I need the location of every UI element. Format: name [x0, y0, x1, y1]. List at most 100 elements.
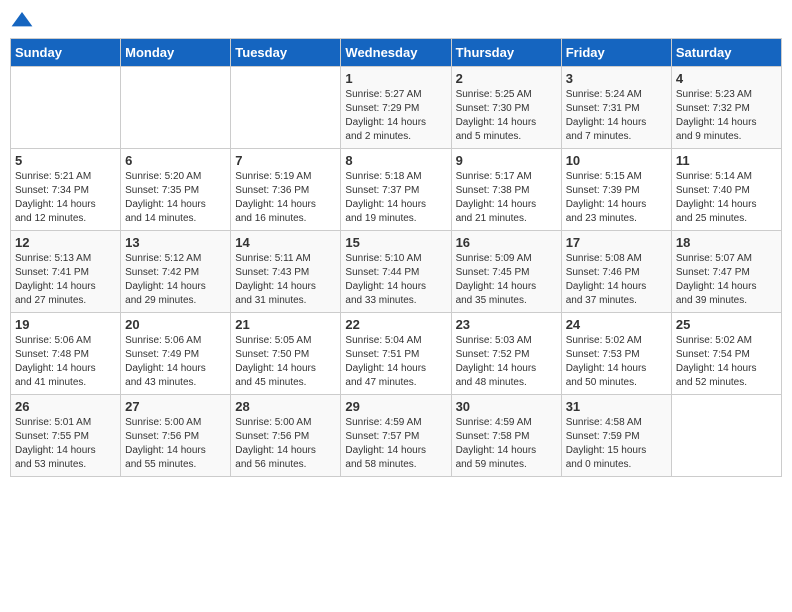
- day-number: 2: [456, 71, 557, 86]
- day-number: 12: [15, 235, 116, 250]
- day-number: 8: [345, 153, 446, 168]
- day-number: 14: [235, 235, 336, 250]
- day-number: 25: [676, 317, 777, 332]
- day-info: Sunrise: 5:21 AM Sunset: 7:34 PM Dayligh…: [15, 170, 116, 226]
- day-info: Sunrise: 5:15 AM Sunset: 7:39 PM Dayligh…: [566, 170, 667, 226]
- day-info: Sunrise: 4:59 AM Sunset: 7:57 PM Dayligh…: [345, 416, 446, 472]
- calendar-cell: [11, 67, 121, 149]
- calendar-cell: 18 Sunrise: 5:07 AM Sunset: 7:47 PM Dayli…: [671, 231, 781, 313]
- day-info: Sunrise: 5:02 AM Sunset: 7:53 PM Dayligh…: [566, 334, 667, 390]
- day-info: Sunrise: 5:13 AM Sunset: 7:41 PM Dayligh…: [15, 252, 116, 308]
- day-number: 6: [125, 153, 226, 168]
- calendar-cell: 1 Sunrise: 5:27 AM Sunset: 7:29 PM Daylig…: [341, 67, 451, 149]
- calendar-cell: 9 Sunrise: 5:17 AM Sunset: 7:38 PM Daylig…: [451, 149, 561, 231]
- day-number: 19: [15, 317, 116, 332]
- day-info: Sunrise: 5:18 AM Sunset: 7:37 PM Dayligh…: [345, 170, 446, 226]
- calendar-cell: 21 Sunrise: 5:05 AM Sunset: 7:50 PM Dayli…: [231, 313, 341, 395]
- day-number: 13: [125, 235, 226, 250]
- calendar-cell: 7 Sunrise: 5:19 AM Sunset: 7:36 PM Daylig…: [231, 149, 341, 231]
- day-number: 16: [456, 235, 557, 250]
- calendar-cell: 30 Sunrise: 4:59 AM Sunset: 7:58 PM Dayli…: [451, 395, 561, 477]
- day-number: 20: [125, 317, 226, 332]
- calendar-cell: 10Sunrise: 5:15 AM Sunset: 7:39 PM Dayli…: [561, 149, 671, 231]
- weekday-header-friday: Friday: [561, 39, 671, 67]
- day-info: Sunrise: 5:20 AM Sunset: 7:35 PM Dayligh…: [125, 170, 226, 226]
- calendar-cell: 28 Sunrise: 5:00 AM Sunset: 7:56 PM Dayli…: [231, 395, 341, 477]
- day-info: Sunrise: 5:17 AM Sunset: 7:38 PM Dayligh…: [456, 170, 557, 226]
- day-number: 21: [235, 317, 336, 332]
- day-number: 27: [125, 399, 226, 414]
- weekday-header-sunday: Sunday: [11, 39, 121, 67]
- calendar-cell: 4 Sunrise: 5:23 AM Sunset: 7:32 PM Daylig…: [671, 67, 781, 149]
- day-number: 26: [15, 399, 116, 414]
- calendar-table: SundayMondayTuesdayWednesdayThursdayFrid…: [10, 38, 782, 477]
- week-row-3: 12 Sunrise: 5:13 AM Sunset: 7:41 PM Dayli…: [11, 231, 782, 313]
- day-info: Sunrise: 5:14 AM Sunset: 7:40 PM Dayligh…: [676, 170, 777, 226]
- day-number: 31: [566, 399, 667, 414]
- day-info: Sunrise: 5:27 AM Sunset: 7:29 PM Dayligh…: [345, 88, 446, 144]
- day-info: Sunrise: 5:07 AM Sunset: 7:47 PM Dayligh…: [676, 252, 777, 308]
- calendar-cell: 25 Sunrise: 5:02 AM Sunset: 7:54 PM Dayli…: [671, 313, 781, 395]
- day-info: Sunrise: 5:04 AM Sunset: 7:51 PM Dayligh…: [345, 334, 446, 390]
- day-number: 30: [456, 399, 557, 414]
- day-number: 11: [676, 153, 777, 168]
- day-info: Sunrise: 4:58 AM Sunset: 7:59 PM Dayligh…: [566, 416, 667, 472]
- day-info: Sunrise: 5:05 AM Sunset: 7:50 PM Dayligh…: [235, 334, 336, 390]
- weekday-header-wednesday: Wednesday: [341, 39, 451, 67]
- day-info: Sunrise: 5:00 AM Sunset: 7:56 PM Dayligh…: [125, 416, 226, 472]
- calendar-cell: 27 Sunrise: 5:00 AM Sunset: 7:56 PM Dayli…: [121, 395, 231, 477]
- day-info: Sunrise: 4:59 AM Sunset: 7:58 PM Dayligh…: [456, 416, 557, 472]
- weekday-header-monday: Monday: [121, 39, 231, 67]
- calendar-cell: 6 Sunrise: 5:20 AM Sunset: 7:35 PM Daylig…: [121, 149, 231, 231]
- week-row-2: 5 Sunrise: 5:21 AM Sunset: 7:34 PM Daylig…: [11, 149, 782, 231]
- day-info: Sunrise: 5:25 AM Sunset: 7:30 PM Dayligh…: [456, 88, 557, 144]
- calendar-cell: 14Sunrise: 5:11 AM Sunset: 7:43 PM Dayli…: [231, 231, 341, 313]
- day-number: 28: [235, 399, 336, 414]
- day-info: Sunrise: 5:01 AM Sunset: 7:55 PM Dayligh…: [15, 416, 116, 472]
- day-number: 7: [235, 153, 336, 168]
- day-number: 22: [345, 317, 446, 332]
- calendar-cell: 8 Sunrise: 5:18 AM Sunset: 7:37 PM Daylig…: [341, 149, 451, 231]
- page-header: [10, 10, 782, 30]
- day-info: Sunrise: 5:08 AM Sunset: 7:46 PM Dayligh…: [566, 252, 667, 308]
- calendar-cell: 31 Sunrise: 4:58 AM Sunset: 7:59 PM Dayli…: [561, 395, 671, 477]
- day-number: 5: [15, 153, 116, 168]
- logo-icon: [10, 10, 34, 30]
- calendar-cell: [231, 67, 341, 149]
- day-info: Sunrise: 5:09 AM Sunset: 7:45 PM Dayligh…: [456, 252, 557, 308]
- day-info: Sunrise: 5:00 AM Sunset: 7:56 PM Dayligh…: [235, 416, 336, 472]
- calendar-cell: 26 Sunrise: 5:01 AM Sunset: 7:55 PM Dayli…: [11, 395, 121, 477]
- calendar-cell: 24Sunrise: 5:02 AM Sunset: 7:53 PM Dayli…: [561, 313, 671, 395]
- day-number: 18: [676, 235, 777, 250]
- weekday-header-saturday: Saturday: [671, 39, 781, 67]
- calendar-cell: [671, 395, 781, 477]
- calendar-cell: 23Sunrise: 5:03 AM Sunset: 7:52 PM Dayli…: [451, 313, 561, 395]
- calendar-cell: 29 Sunrise: 4:59 AM Sunset: 7:57 PM Dayli…: [341, 395, 451, 477]
- day-info: Sunrise: 5:10 AM Sunset: 7:44 PM Dayligh…: [345, 252, 446, 308]
- week-row-1: 1 Sunrise: 5:27 AM Sunset: 7:29 PM Daylig…: [11, 67, 782, 149]
- day-info: Sunrise: 5:02 AM Sunset: 7:54 PM Dayligh…: [676, 334, 777, 390]
- week-row-5: 26 Sunrise: 5:01 AM Sunset: 7:55 PM Dayli…: [11, 395, 782, 477]
- calendar-cell: 12 Sunrise: 5:13 AM Sunset: 7:41 PM Dayli…: [11, 231, 121, 313]
- calendar-cell: 15Sunrise: 5:10 AM Sunset: 7:44 PM Dayli…: [341, 231, 451, 313]
- day-number: 17: [566, 235, 667, 250]
- calendar-cell: 2 Sunrise: 5:25 AM Sunset: 7:30 PM Daylig…: [451, 67, 561, 149]
- day-number: 29: [345, 399, 446, 414]
- day-number: 4: [676, 71, 777, 86]
- weekday-header-thursday: Thursday: [451, 39, 561, 67]
- calendar-cell: 3Sunrise: 5:24 AM Sunset: 7:31 PM Daylig…: [561, 67, 671, 149]
- logo: [10, 10, 38, 30]
- day-info: Sunrise: 5:03 AM Sunset: 7:52 PM Dayligh…: [456, 334, 557, 390]
- weekday-header-tuesday: Tuesday: [231, 39, 341, 67]
- calendar-cell: 16 Sunrise: 5:09 AM Sunset: 7:45 PM Dayli…: [451, 231, 561, 313]
- day-info: Sunrise: 5:19 AM Sunset: 7:36 PM Dayligh…: [235, 170, 336, 226]
- calendar-cell: 13 Sunrise: 5:12 AM Sunset: 7:42 PM Dayli…: [121, 231, 231, 313]
- day-info: Sunrise: 5:06 AM Sunset: 7:48 PM Dayligh…: [15, 334, 116, 390]
- day-info: Sunrise: 5:23 AM Sunset: 7:32 PM Dayligh…: [676, 88, 777, 144]
- calendar-cell: 22 Sunrise: 5:04 AM Sunset: 7:51 PM Dayli…: [341, 313, 451, 395]
- calendar-cell: 17 Sunrise: 5:08 AM Sunset: 7:46 PM Dayli…: [561, 231, 671, 313]
- calendar-cell: 11 Sunrise: 5:14 AM Sunset: 7:40 PM Dayli…: [671, 149, 781, 231]
- day-number: 1: [345, 71, 446, 86]
- day-info: Sunrise: 5:12 AM Sunset: 7:42 PM Dayligh…: [125, 252, 226, 308]
- day-number: 9: [456, 153, 557, 168]
